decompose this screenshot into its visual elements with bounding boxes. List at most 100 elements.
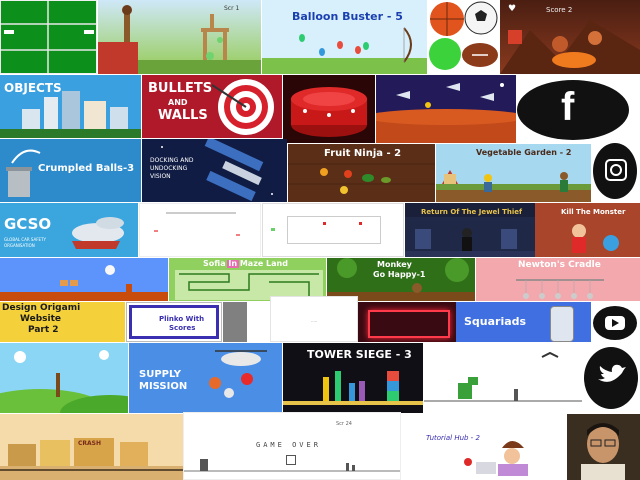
monkey-title-1: Monkey <box>377 260 412 269</box>
tile-screen-white[interactable] <box>139 203 261 257</box>
tile-mario[interactable] <box>0 258 168 301</box>
tile-cake[interactable] <box>283 75 375 143</box>
tile-supply-mission[interactable]: SUPPLY MISSION <box>129 343 282 413</box>
tile-angry-bird[interactable]: Scr 1 <box>98 0 261 74</box>
tile-tower-siege[interactable]: TOWER SIEGE - 3 <box>283 343 423 413</box>
tile-game-over[interactable]: Scr 24 GAME OVER <box>183 412 401 480</box>
tile-bullets-walls[interactable]: BULLETS AND WALLS <box>142 75 282 138</box>
tile-dino-runner[interactable] <box>424 343 582 413</box>
tile-crumpled-balls[interactable]: Crumpled Balls-3 <box>0 139 141 202</box>
screen-marker <box>154 230 158 232</box>
screen-text-line <box>166 212 236 214</box>
tile-newton-cradle[interactable]: Newton's Cradle <box>476 258 640 301</box>
tile-objects[interactable]: OBJECTS <box>0 75 141 138</box>
tile-red-glow[interactable] <box>358 302 456 342</box>
origami-line-1: Design Origami <box>2 303 81 313</box>
tile-jewel-thief[interactable]: Return Of The Jewel Thief <box>405 203 535 257</box>
objects-title: OBJECTS <box>4 81 62 95</box>
bullets-title-3: WALLS <box>158 108 208 123</box>
facebook-glyph: f <box>561 85 575 129</box>
western-scene <box>0 414 183 480</box>
newton-title: Newton's Cradle <box>518 260 601 270</box>
western-sign: CRASH <box>78 440 102 447</box>
youtube-play <box>612 319 619 327</box>
crumpled-title: Crumpled Balls-3 <box>38 163 135 174</box>
origami-line-2: Website <box>20 314 62 324</box>
space-scene <box>376 75 516 143</box>
tutorial-title: Tutorial Hub - 2 <box>426 434 480 442</box>
bullets-title-1: BULLETS <box>148 81 213 96</box>
tile-balls[interactable] <box>428 0 500 74</box>
fireball-score: Score 2 <box>546 6 573 14</box>
tile-pong-small[interactable] <box>262 203 404 257</box>
sofia-title: Sofia In Maze Land <box>203 259 288 268</box>
tile-field[interactable] <box>0 343 128 413</box>
tile-fireball[interactable]: Score 2 ♥ <box>500 0 640 74</box>
angry-bird-score: Scr 1 <box>224 5 240 12</box>
tile-balloon-buster[interactable]: Balloon Buster - 5 <box>262 0 427 74</box>
tile-sofia-maze[interactable]: Sofia In Maze Land <box>169 258 326 301</box>
tile-pong[interactable] <box>0 0 97 74</box>
supply-line-2: MISSION <box>139 381 188 392</box>
tile-tutorial-hub[interactable]: Tutorial Hub - 2 <box>402 414 567 480</box>
tile-instagram[interactable] <box>591 139 640 202</box>
fruit-ninja-title: Fruit Ninja - 2 <box>324 148 402 159</box>
tile-monkey[interactable]: Monkey Go Happy-1 <box>327 258 475 301</box>
tile-docking[interactable]: DOCKING AND UNDOCKING VISION <box>142 139 287 202</box>
dino-scene <box>424 351 582 402</box>
twitter-bird <box>598 364 626 382</box>
plinko-line-2: Scores <box>169 324 196 332</box>
supply-line-1: SUPPLY <box>139 369 182 380</box>
screen-marker-2 <box>236 234 240 236</box>
tile-fruit-ninja[interactable]: Fruit Ninja - 2 <box>288 144 435 202</box>
balloon-buster-title: Balloon Buster - 5 <box>292 10 403 23</box>
tile-facebook[interactable]: f <box>517 75 640 143</box>
tile-origami[interactable]: Design Origami Website Part 2 <box>0 302 125 342</box>
bullets-title-2: AND <box>168 98 188 107</box>
kill-monster-title: Kill The Monster <box>561 208 626 216</box>
mario-scene <box>0 258 168 301</box>
avatar <box>567 414 640 480</box>
monkey-title-2: Go Happy-1 <box>373 270 426 279</box>
pong-small-paddle-left <box>271 228 275 231</box>
tile-plinko[interactable]: Plinko With Scores <box>126 302 222 342</box>
pong-small-ball <box>323 222 326 225</box>
phone-icon <box>550 306 574 342</box>
tile-twitter[interactable] <box>582 343 640 413</box>
plinko-line-1: Plinko With <box>159 315 205 323</box>
field-scene <box>0 343 128 413</box>
gcso-logo: GCSO <box>4 215 52 233</box>
docking-line-3: VISION <box>150 173 171 180</box>
tile-gray-slab[interactable] <box>223 302 269 342</box>
tile-western[interactable]: CRASH <box>0 414 183 480</box>
jewel-thief-title: Return Of The Jewel Thief <box>421 208 523 216</box>
instagram-lens <box>610 164 622 176</box>
docking-line-1: DOCKING AND <box>150 157 194 164</box>
tile-kill-monster[interactable]: Kill The Monster <box>535 203 640 257</box>
gcso-tag-2: ORGANISATION <box>4 243 35 248</box>
tile-blank-white[interactable]: ····· <box>270 296 358 342</box>
tutorial-scene <box>464 441 528 476</box>
cake-image <box>291 87 367 137</box>
pong-field <box>0 0 97 74</box>
tile-space-mars[interactable] <box>376 75 516 143</box>
tile-gcso[interactable]: GCSO GLOBAL CAR SAFETY ORGANISATION <box>0 203 138 257</box>
tower-siege-title: TOWER SIEGE - 3 <box>307 348 412 361</box>
pong-small-paddle-right <box>359 222 362 225</box>
squariads-title: Squariads <box>464 315 527 328</box>
origami-line-3: Part 2 <box>28 325 59 335</box>
tile-vegetable-garden[interactable]: Vegetable Garden - 2 <box>436 144 591 202</box>
tile-squariads[interactable]: Squariads <box>456 302 591 342</box>
red-glow-frame <box>368 310 450 338</box>
blank-text: ····· <box>311 319 318 324</box>
balls-image <box>429 1 498 70</box>
game-over-ground <box>184 459 400 472</box>
vegetable-garden-title: Vegetable Garden - 2 <box>476 148 572 157</box>
fireball-heart-icon: ♥ <box>508 4 517 14</box>
gcso-tag-1: GLOBAL CAR SAFETY <box>4 237 46 242</box>
docking-line-2: UNDOCKING <box>150 165 188 172</box>
tile-youtube[interactable] <box>591 302 640 342</box>
tile-portrait[interactable] <box>567 414 640 480</box>
pong-small-frame <box>287 216 381 244</box>
gray-slab <box>223 302 247 342</box>
